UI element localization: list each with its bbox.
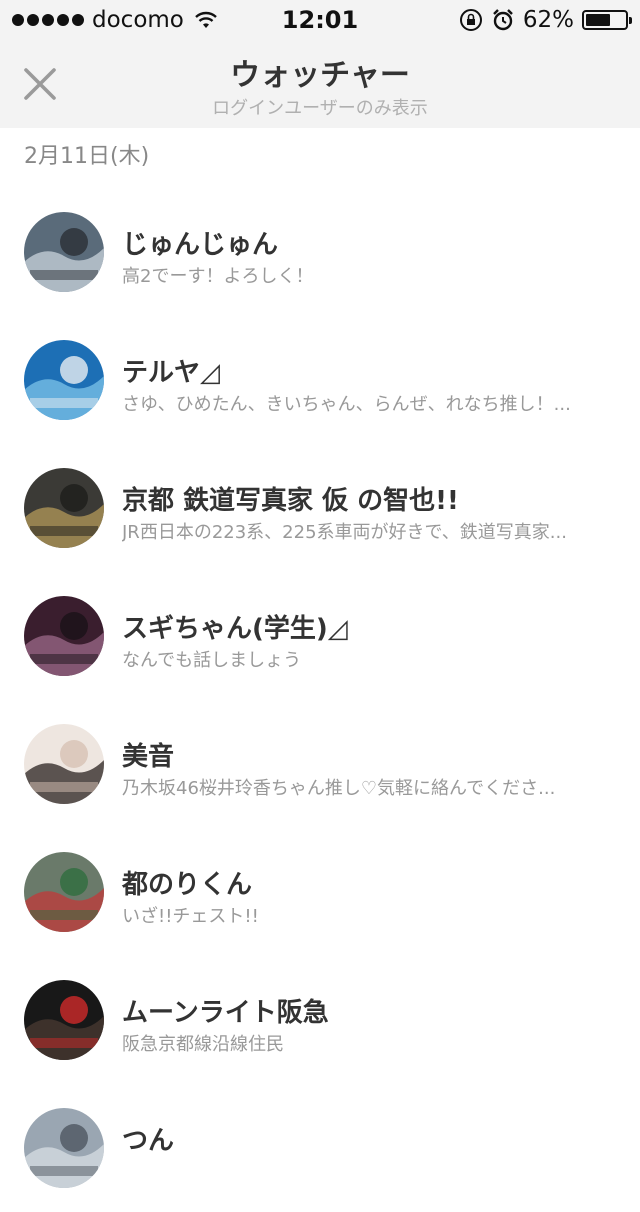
avatar[interactable] — [24, 852, 104, 932]
battery-percent: 62% — [522, 7, 574, 33]
list-item[interactable]: つん — [0, 1084, 640, 1212]
avatar[interactable] — [24, 340, 104, 420]
list-item[interactable]: スギちゃん(学生)◿ なんでも話しましょう — [0, 572, 640, 700]
user-name: つん — [122, 1126, 175, 1156]
user-name: テルヤ◿ — [122, 358, 220, 388]
avatar[interactable] — [24, 724, 104, 804]
avatar[interactable] — [24, 596, 104, 676]
user-name: 京都 鉄道写真家 仮 の智也!! — [122, 486, 459, 516]
avatar[interactable] — [24, 212, 104, 292]
status-right: 62% — [459, 6, 632, 34]
watcher-list: じゅんじゅん高2でーす！よろしく！ テルヤ◿ さゆ、ひめたん、きいちゃん、らんぜ、れ… — [0, 188, 640, 1212]
list-item[interactable]: テルヤ◿ さゆ、ひめたん、きいちゃん、らんぜ、れなち推し！... — [0, 316, 640, 444]
user-name: スギちゃん(学生)◿ — [122, 614, 348, 644]
user-name: ムーンライト阪急 — [122, 998, 329, 1028]
list-item[interactable]: 美音乃木坂46桜井玲香ちゃん推し♡気軽に絡んでくださ... — [0, 700, 640, 828]
user-bio: いざ!!チェスト!! — [122, 906, 259, 927]
user-bio: さゆ、ひめたん、きいちゃん、らんぜ、れなち推し！... — [122, 394, 571, 415]
list-item[interactable]: 京都 鉄道写真家 仮 の智也!! JR西日本の223系、225系車両が好きで、鉄道… — [0, 444, 640, 572]
header: ウォッチャー ログインユーザーのみ表示 — [0, 40, 640, 128]
user-bio: 高2でーす！よろしく！ — [122, 266, 314, 287]
list-item[interactable]: ムーンライト阪急阪急京都線沿線住民 — [0, 956, 640, 1084]
date-label: 2月11日(木) — [24, 144, 150, 169]
status-bar: docomo 12:01 62% — [0, 0, 640, 40]
avatar[interactable] — [24, 468, 104, 548]
page-subtitle: ログインユーザーのみ表示 — [212, 98, 428, 119]
user-name: じゅんじゅん — [122, 230, 279, 260]
avatar[interactable] — [24, 1108, 104, 1188]
list-item[interactable]: 都のりくんいざ!!チェスト!! — [0, 828, 640, 956]
page-title: ウォッチャー — [230, 58, 410, 93]
user-bio: JR西日本の223系、225系車両が好きで、鉄道写真家... — [122, 522, 567, 543]
user-bio: なんでも話しましょう — [122, 650, 302, 671]
battery-icon — [582, 10, 632, 30]
list-item[interactable]: じゅんじゅん高2でーす！よろしく！ — [0, 188, 640, 316]
user-name: 美音 — [122, 742, 175, 772]
user-bio: 阪急京都線沿線住民 — [122, 1034, 284, 1055]
avatar[interactable] — [24, 980, 104, 1060]
user-bio: 乃木坂46桜井玲香ちゃん推し♡気軽に絡んでくださ... — [122, 778, 556, 799]
user-name: 都のりくん — [122, 870, 253, 900]
alarm-icon — [493, 9, 513, 31]
orientation-lock-icon — [459, 9, 482, 31]
